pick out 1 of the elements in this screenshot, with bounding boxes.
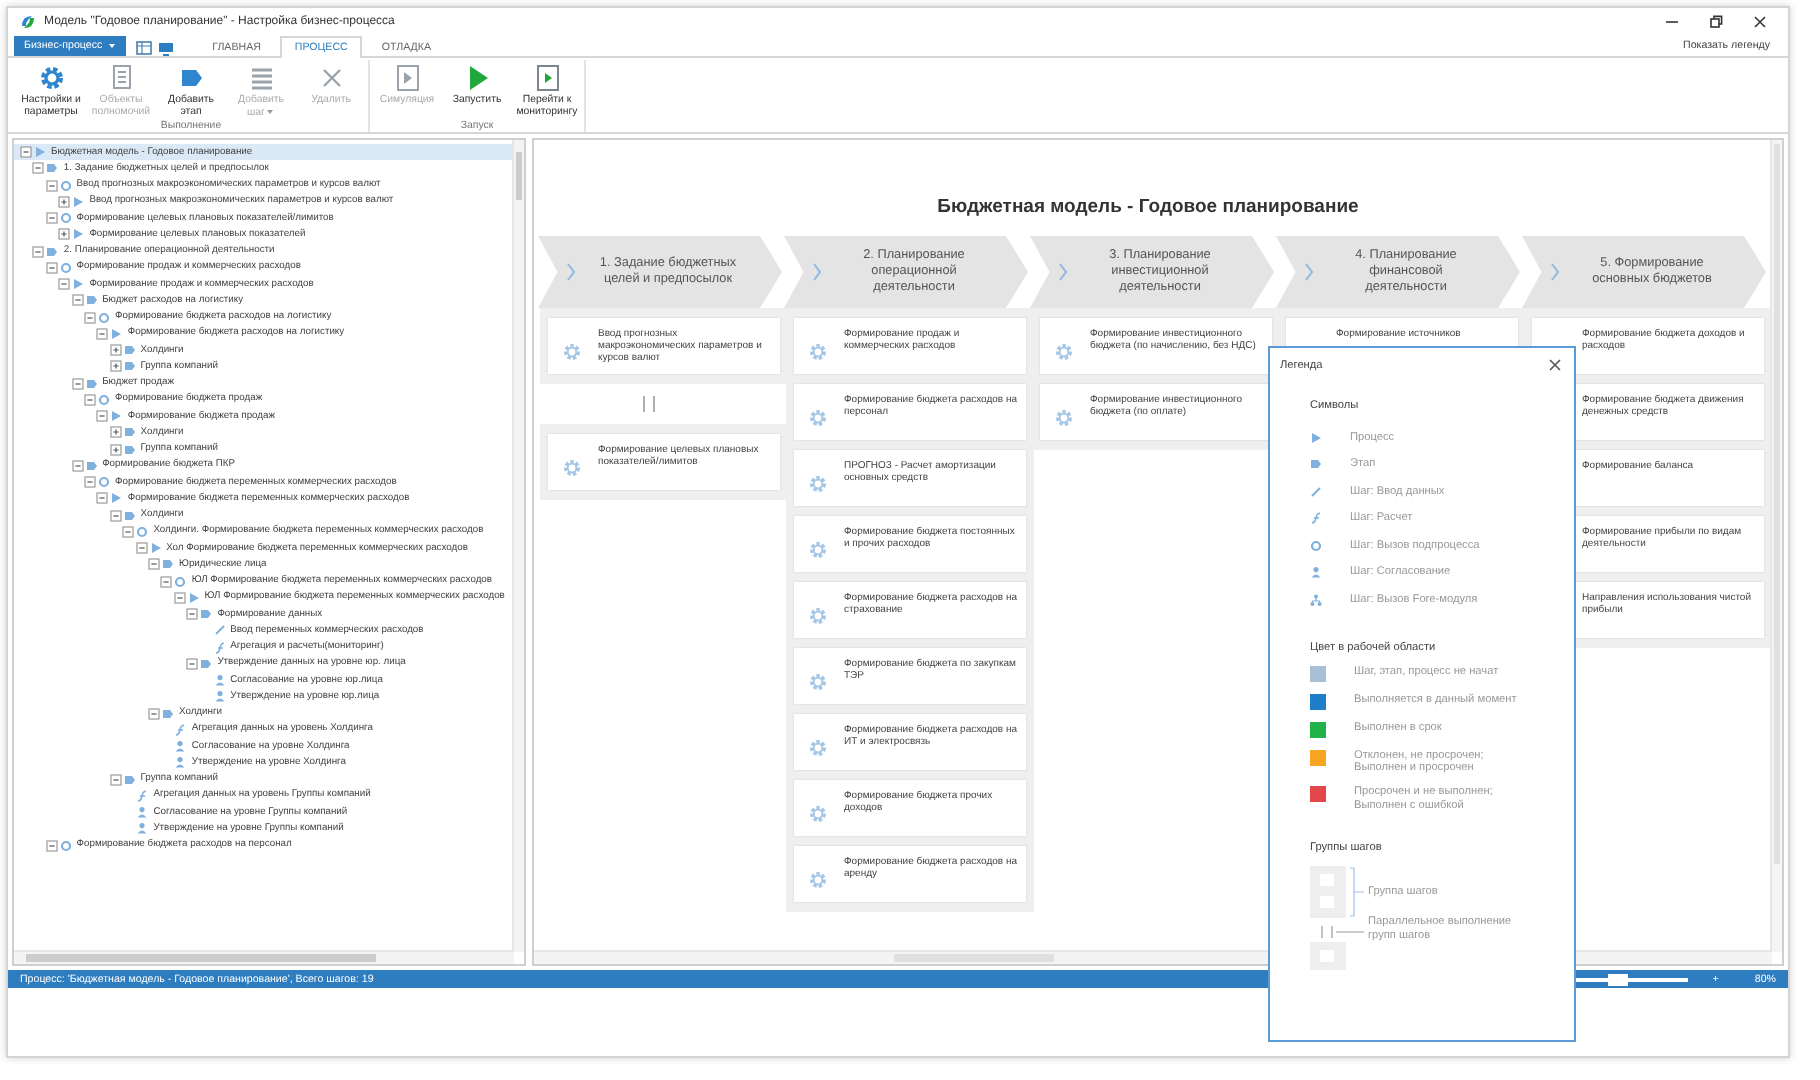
diagram-title: Бюджетная модель - Годовое планирование: [935, 196, 1361, 218]
